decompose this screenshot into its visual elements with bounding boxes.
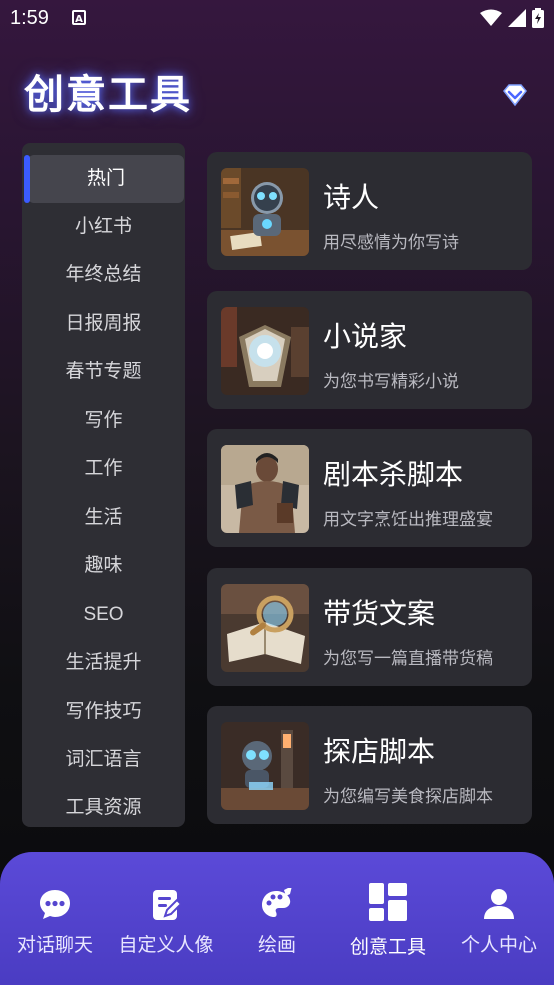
poet-robot-image: [221, 168, 309, 256]
tool-card-store-visit[interactable]: 探店脚本 为您编写美食探店脚本: [207, 706, 532, 824]
tool-card-novelist[interactable]: 小说家 为您书写精彩小说: [207, 291, 532, 409]
tool-subtitle: 为您写一篇直播带货稿: [323, 649, 493, 668]
category-item-hot[interactable]: 热门: [28, 155, 184, 203]
category-item-xiaohongshu[interactable]: 小红书: [22, 203, 185, 251]
vip-diamond-icon[interactable]: [501, 83, 529, 107]
nav-profile[interactable]: 个人中心: [444, 852, 554, 985]
tool-subtitle: 用文字烹饪出推理盛宴: [323, 510, 493, 529]
category-item-spring-festival[interactable]: 春节专题: [22, 348, 185, 396]
glowing-book-image: [221, 307, 309, 395]
tool-subtitle: 用尽感情为你写诗: [323, 233, 459, 252]
bottom-navigation: 对话聊天 自定义人像 绘画 创意工具 个人中心: [0, 852, 554, 985]
magnifier-book-image: [221, 584, 309, 672]
category-item-writing[interactable]: 写作: [22, 397, 185, 445]
chat-bubble-icon: [40, 890, 70, 919]
page-title: 创意工具: [24, 73, 192, 117]
category-item-fun[interactable]: 趣味: [22, 542, 185, 590]
tool-subtitle: 为您编写美食探店脚本: [323, 787, 493, 806]
nav-label: 创意工具: [349, 937, 426, 958]
category-item-vocabulary[interactable]: 词汇语言: [22, 736, 185, 784]
tool-title: 小说家: [323, 321, 408, 352]
category-item-life-improve[interactable]: 生活提升: [22, 639, 185, 687]
tool-title: 带货文案: [323, 598, 436, 629]
nav-label: 绘画: [257, 935, 296, 956]
explorer-robot-image: [221, 722, 309, 810]
category-item-resources[interactable]: 工具资源: [22, 784, 185, 827]
nav-creative-tools[interactable]: 创意工具: [333, 852, 443, 985]
tool-subtitle: 为您书写精彩小说: [323, 372, 459, 391]
signal-icon: [508, 9, 526, 27]
tool-card-murder-mystery[interactable]: 剧本杀脚本 用文字烹饪出推理盛宴: [207, 429, 532, 547]
category-item-work[interactable]: 工作: [22, 445, 185, 493]
category-item-writing-tips[interactable]: 写作技巧: [22, 688, 185, 736]
person-icon: [484, 889, 514, 919]
nav-chat[interactable]: 对话聊天: [0, 852, 110, 985]
warrior-figure-image: [221, 445, 309, 533]
active-category-indicator: [24, 155, 30, 203]
tool-card-sales-copy[interactable]: 带货文案 为您写一篇直播带货稿: [207, 568, 532, 686]
tool-title: 剧本杀脚本: [323, 459, 464, 490]
category-item-reports[interactable]: 日报周报: [22, 300, 185, 348]
nav-label: 自定义人像: [118, 935, 214, 956]
nav-label: 个人中心: [460, 935, 537, 956]
grid-tools-icon: [369, 883, 407, 921]
edit-document-icon: [153, 890, 181, 920]
category-item-seo[interactable]: SEO: [22, 591, 185, 639]
wifi-icon: [480, 9, 502, 26]
tool-title: 探店脚本: [323, 736, 436, 767]
category-item-life[interactable]: 生活: [22, 494, 185, 542]
category-sidebar: 热门 小红书 年终总结 日报周报 春节专题 写作 工作 生活 趣味 SEO 生活…: [22, 143, 185, 827]
tool-title: 诗人: [323, 182, 380, 213]
nav-drawing[interactable]: 绘画: [222, 852, 332, 985]
status-bar: 1:59 A: [0, 0, 554, 36]
battery-icon: [532, 8, 544, 28]
palette-icon: [262, 888, 292, 917]
status-time: 1:59: [10, 7, 49, 29]
category-item-year-summary[interactable]: 年终总结: [22, 251, 185, 299]
notification-icon: A: [72, 10, 86, 25]
system-icons: [480, 8, 544, 28]
nav-label: 对话聊天: [16, 935, 93, 956]
tool-card-poet[interactable]: 诗人 用尽感情为你写诗: [207, 152, 532, 270]
nav-custom-portrait[interactable]: 自定义人像: [111, 852, 221, 985]
